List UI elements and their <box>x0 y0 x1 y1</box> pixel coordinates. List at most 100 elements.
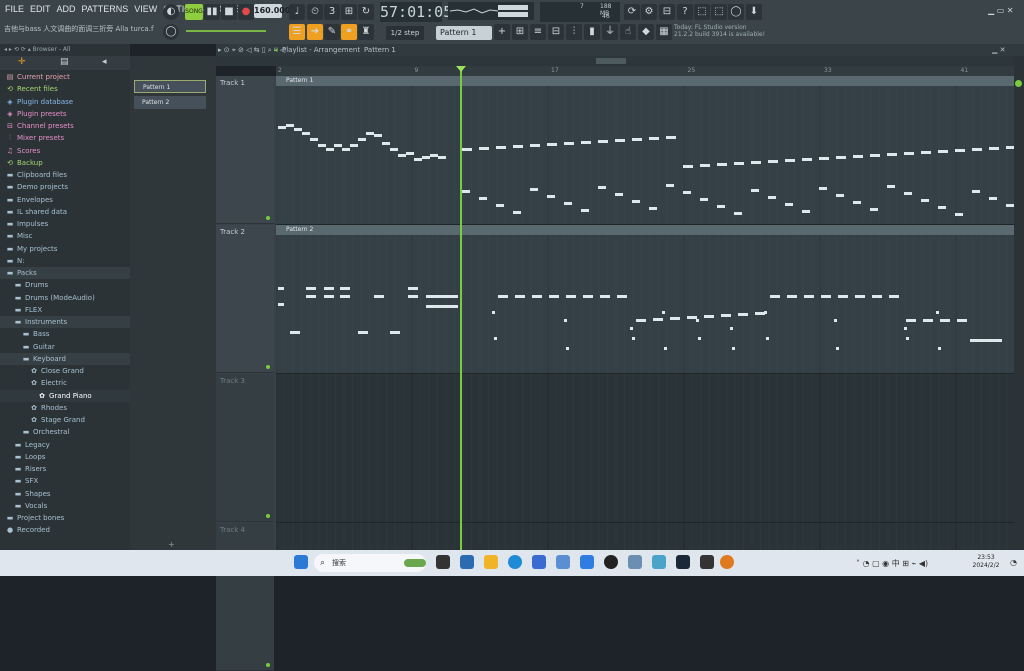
master-pitch-slider[interactable] <box>186 30 266 32</box>
browser-item[interactable]: ▬ N: <box>0 255 130 267</box>
store-icon[interactable] <box>532 555 546 569</box>
image-viewer-icon[interactable] <box>628 555 642 569</box>
download-icon[interactable]: ⬇ <box>746 4 762 20</box>
browser-item[interactable]: ▬ Orchestral <box>0 426 130 438</box>
metronome-icon[interactable]: ♩ <box>289 4 305 20</box>
zoom-knob[interactable] <box>1015 80 1022 87</box>
qq-icon[interactable] <box>604 555 618 569</box>
browser-item[interactable]: ◈ Plugin database <box>0 96 130 108</box>
browser-item[interactable]: ▬ Misc <box>0 230 130 242</box>
browser-item[interactable]: ▬ Packs <box>0 267 130 279</box>
clip-header[interactable]: Pattern 2 <box>276 225 1014 235</box>
track-enable-led[interactable] <box>266 216 270 220</box>
plus-icon[interactable]: + <box>494 24 510 40</box>
song-time-counter[interactable]: 57:01:05 <box>380 2 452 22</box>
wait-input-icon[interactable]: ⏲ <box>307 4 323 20</box>
browser-item[interactable]: ✿ Grand Piano <box>0 389 130 402</box>
track-enable-led[interactable] <box>266 365 270 369</box>
tempo-display[interactable]: 160.000 <box>254 4 290 18</box>
menu-item-view[interactable]: VIEW <box>131 3 160 19</box>
app-icon[interactable] <box>580 555 594 569</box>
link-icon[interactable]: ⚭ <box>341 24 357 40</box>
browser-item[interactable]: ✿ Rhodes <box>0 402 130 414</box>
start-icon[interactable] <box>294 555 308 569</box>
record-button[interactable]: ● <box>238 4 254 20</box>
timeline-ruler[interactable]: 2 9 17 25 33 41 <box>276 66 1014 76</box>
menu-item-edit[interactable]: EDIT <box>27 3 54 19</box>
media-app-icon[interactable] <box>700 555 714 569</box>
browser-item[interactable]: ● Recorded <box>0 524 130 536</box>
browser-item[interactable]: ⟲ Recent files <box>0 83 130 95</box>
play-button[interactable]: ▮▮ <box>204 4 220 20</box>
browser-item[interactable]: ♫ Scores <box>0 145 130 157</box>
mixer-icon[interactable]: ⚙ <box>641 4 657 20</box>
news-icon[interactable]: ▦ <box>656 24 672 40</box>
channel-rack-icon-2[interactable]: ⊟ <box>548 24 564 40</box>
notification-icon[interactable]: ◔ <box>1010 558 1017 567</box>
pattern-item[interactable]: Pattern 2 <box>134 96 206 109</box>
browser-item[interactable]: ▬ Envelopes <box>0 194 130 206</box>
track-lane[interactable] <box>276 225 1014 374</box>
browser-back-icon[interactable]: ◂ <box>102 57 107 67</box>
browser-item[interactable]: ▬ Guitar <box>0 341 130 353</box>
tempo-tap-icon[interactable]: ◆ <box>638 24 654 40</box>
step-edit-icon[interactable]: ⊞ <box>341 4 357 20</box>
browser-tree-icon[interactable]: ✛ <box>18 57 26 67</box>
pattern-item[interactable]: Pattern 1 <box>134 80 206 93</box>
plugin-picker-icon[interactable]: ▮ <box>584 24 600 40</box>
browser-item[interactable]: ▬ Bass <box>0 328 130 340</box>
taskbar-clock[interactable]: 23:53 2024/2/2 <box>966 554 1006 570</box>
news-panel[interactable]: Today: FL Studio version 21.2.2 build 39… <box>674 24 766 40</box>
browser-item[interactable]: ▬ Drums (ModeAudio) <box>0 292 130 304</box>
steam-icon[interactable] <box>676 555 690 569</box>
browser-item[interactable]: ▬ Drums <box>0 279 130 291</box>
countdown-icon[interactable]: 3 <box>324 4 340 20</box>
browser-item[interactable]: ▬ SFX <box>0 475 130 487</box>
pencil-icon[interactable]: ✎ <box>324 24 340 40</box>
task-view-icon[interactable] <box>436 555 450 569</box>
network-icon[interactable] <box>652 555 666 569</box>
playlist-icon[interactable]: ⊞ <box>512 24 528 40</box>
track-enable-led[interactable] <box>266 663 270 667</box>
track-lane[interactable] <box>276 523 1014 550</box>
playhead[interactable] <box>460 66 462 550</box>
browser-item[interactable]: ▬ IL shared data <box>0 206 130 218</box>
snap-icon[interactable]: ☰ <box>289 24 305 40</box>
browser-item[interactable]: ▬ My projects <box>0 243 130 255</box>
system-tray-icons[interactable]: ˄ ◔ ▢ ◉ 中 ⊞ ⌁ ◀) <box>856 558 928 569</box>
playlist-play-icon[interactable]: ◂ <box>274 44 278 56</box>
pattern-song-toggle-icon[interactable]: ◐ <box>163 4 179 20</box>
touch-keyboard-icon[interactable]: ☝ <box>620 24 636 40</box>
fl-studio-icon[interactable] <box>720 555 734 569</box>
browser-item[interactable]: ▬ Keyboard <box>0 352 130 365</box>
menu-item-file[interactable]: FILE <box>2 3 27 19</box>
browser-item[interactable]: ✿ Close Grand <box>0 365 130 377</box>
playlist-overview-bar[interactable] <box>216 56 1014 66</box>
track-enable-led[interactable] <box>266 514 270 518</box>
file-explorer-icon[interactable] <box>484 555 498 569</box>
save-icon[interactable]: ⬚ <box>694 4 710 20</box>
browser-item[interactable]: ▬ Clipboard files <box>0 169 130 181</box>
pattern-selector[interactable]: Pattern 1 <box>436 26 492 40</box>
overview-scroll-thumb[interactable] <box>596 58 626 64</box>
track-header[interactable]: Track 4 <box>216 523 274 671</box>
piano-roll-icon[interactable]: ≡ <box>530 24 546 40</box>
edge-icon[interactable] <box>508 555 522 569</box>
browser-item[interactable]: ▬ Project bones <box>0 512 130 524</box>
browser-item[interactable]: ✿ Stage Grand <box>0 414 130 426</box>
playlist-vertical-scrollbar[interactable] <box>1014 56 1024 550</box>
snap-step-select[interactable]: 1/2 step <box>386 26 424 40</box>
clip-header[interactable]: Pattern 1 <box>276 76 1014 86</box>
track-header[interactable]: Track 3 <box>216 374 274 522</box>
browser-file-icon[interactable]: ▤ <box>60 57 69 67</box>
render-icon[interactable]: ⬚ <box>711 4 727 20</box>
playlist-window-controls[interactable]: ▁ ✕ <box>992 44 1005 56</box>
track-lane[interactable] <box>276 374 1014 523</box>
playhead-marker[interactable] <box>456 66 466 72</box>
browser-item[interactable]: ▬ Loops <box>0 451 130 463</box>
help-icon[interactable]: ? <box>677 4 693 20</box>
window-controls[interactable]: ▁ ▭ ✕ <box>988 6 1014 15</box>
browser-item[interactable]: ▬ FLEX <box>0 304 130 316</box>
stop-button[interactable]: ■ <box>221 4 237 20</box>
menu-item-patterns[interactable]: PATTERNS <box>79 3 132 19</box>
